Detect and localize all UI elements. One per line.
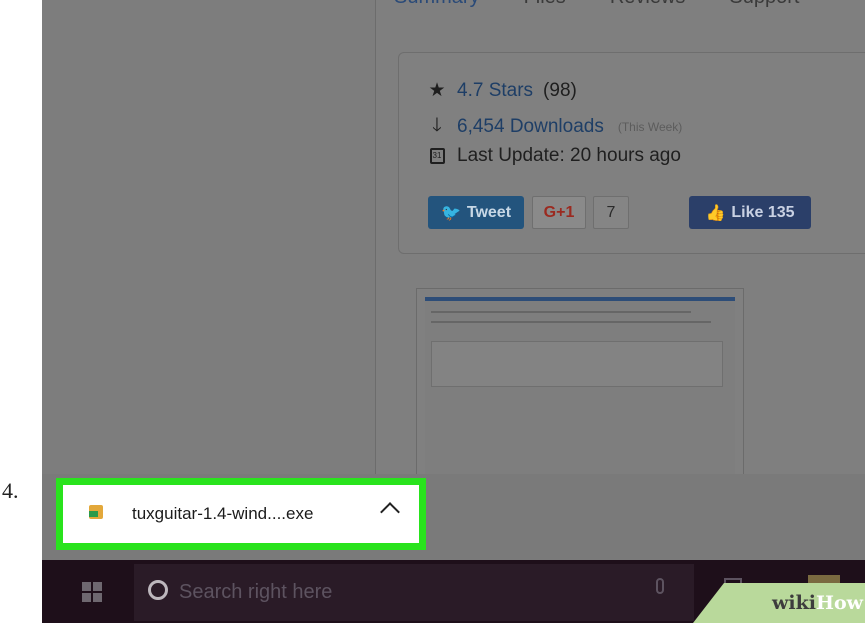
project-stats-box: ★ 4.7 Stars (98) 🡓 6,454 Downloads (This…	[398, 52, 865, 254]
tweet-button[interactable]: 🐦 Tweet	[428, 196, 524, 229]
downloads-link[interactable]: 6,454 Downloads	[457, 116, 604, 138]
star-icon: ★	[428, 80, 446, 101]
downloads-row: 🡓 6,454 Downloads (This Week)	[427, 111, 682, 143]
gplus-button[interactable]: G+1	[532, 196, 586, 229]
tweet-label: Tweet	[466, 203, 512, 221]
download-arrow-icon: 🡓	[432, 115, 442, 136]
taskbar: Search right here wiki How	[42, 560, 865, 623]
thumbnail-toolbar-line	[431, 311, 691, 313]
thumbnail-score-panel	[431, 341, 723, 387]
stars-count: (98)	[543, 79, 577, 101]
last-update-text: Last Update: 20 hours ago	[457, 145, 681, 166]
step-number: 4.	[2, 478, 19, 503]
download-filename[interactable]: tuxguitar-1.4-wind....exe	[132, 504, 313, 524]
chevron-up-icon[interactable]	[380, 502, 400, 522]
watermark-how: How	[816, 592, 863, 614]
search-input[interactable]: Search right here	[179, 581, 332, 604]
thumbs-up-icon: 👍	[705, 204, 726, 222]
wikihow-watermark: wiki How	[693, 583, 865, 623]
gplus-label: G+1	[543, 203, 575, 221]
thumbnail-toolbar-line	[431, 321, 711, 323]
stars-link[interactable]: 4.7 Stars	[457, 80, 533, 102]
like-label: Like 135	[731, 203, 795, 221]
download-item[interactable]: tuxguitar-1.4-wind....exe	[56, 478, 426, 550]
screen: Summary Files Reviews Support ★ 4.7 Star…	[42, 0, 865, 623]
calendar-day: 31	[429, 148, 445, 164]
facebook-like-button[interactable]: 👍 Like 135	[689, 196, 811, 229]
tab-files[interactable]: Files	[524, 0, 566, 12]
cortana-icon	[148, 580, 168, 600]
tab-reviews[interactable]: Reviews	[610, 0, 686, 12]
downloads-period: (This Week)	[617, 120, 683, 134]
project-tabs: Summary Files Reviews Support	[394, 0, 799, 12]
watermark-wiki: wiki	[772, 592, 817, 614]
file-icon	[89, 505, 105, 523]
twitter-bird-icon: 🐦	[440, 204, 461, 222]
calendar-icon: 31	[427, 148, 447, 164]
gplus-count: 7	[593, 196, 629, 229]
stars-row: ★ 4.7 Stars (98)	[427, 79, 577, 102]
thumbnail-titlebar	[425, 297, 735, 301]
tab-support[interactable]: Support	[729, 0, 799, 12]
tab-summary[interactable]: Summary	[394, 0, 480, 12]
screenshot-thumbnail[interactable]	[416, 288, 744, 490]
microphone-icon[interactable]	[656, 578, 664, 594]
taskbar-search[interactable]: Search right here	[134, 564, 694, 621]
windows-start-icon[interactable]	[82, 582, 102, 602]
download-bar: tuxguitar-1.4-wind....exe	[42, 474, 865, 560]
last-update-row: 31 Last Update: 20 hours ago	[427, 145, 681, 167]
thumbnail-image	[425, 297, 735, 477]
